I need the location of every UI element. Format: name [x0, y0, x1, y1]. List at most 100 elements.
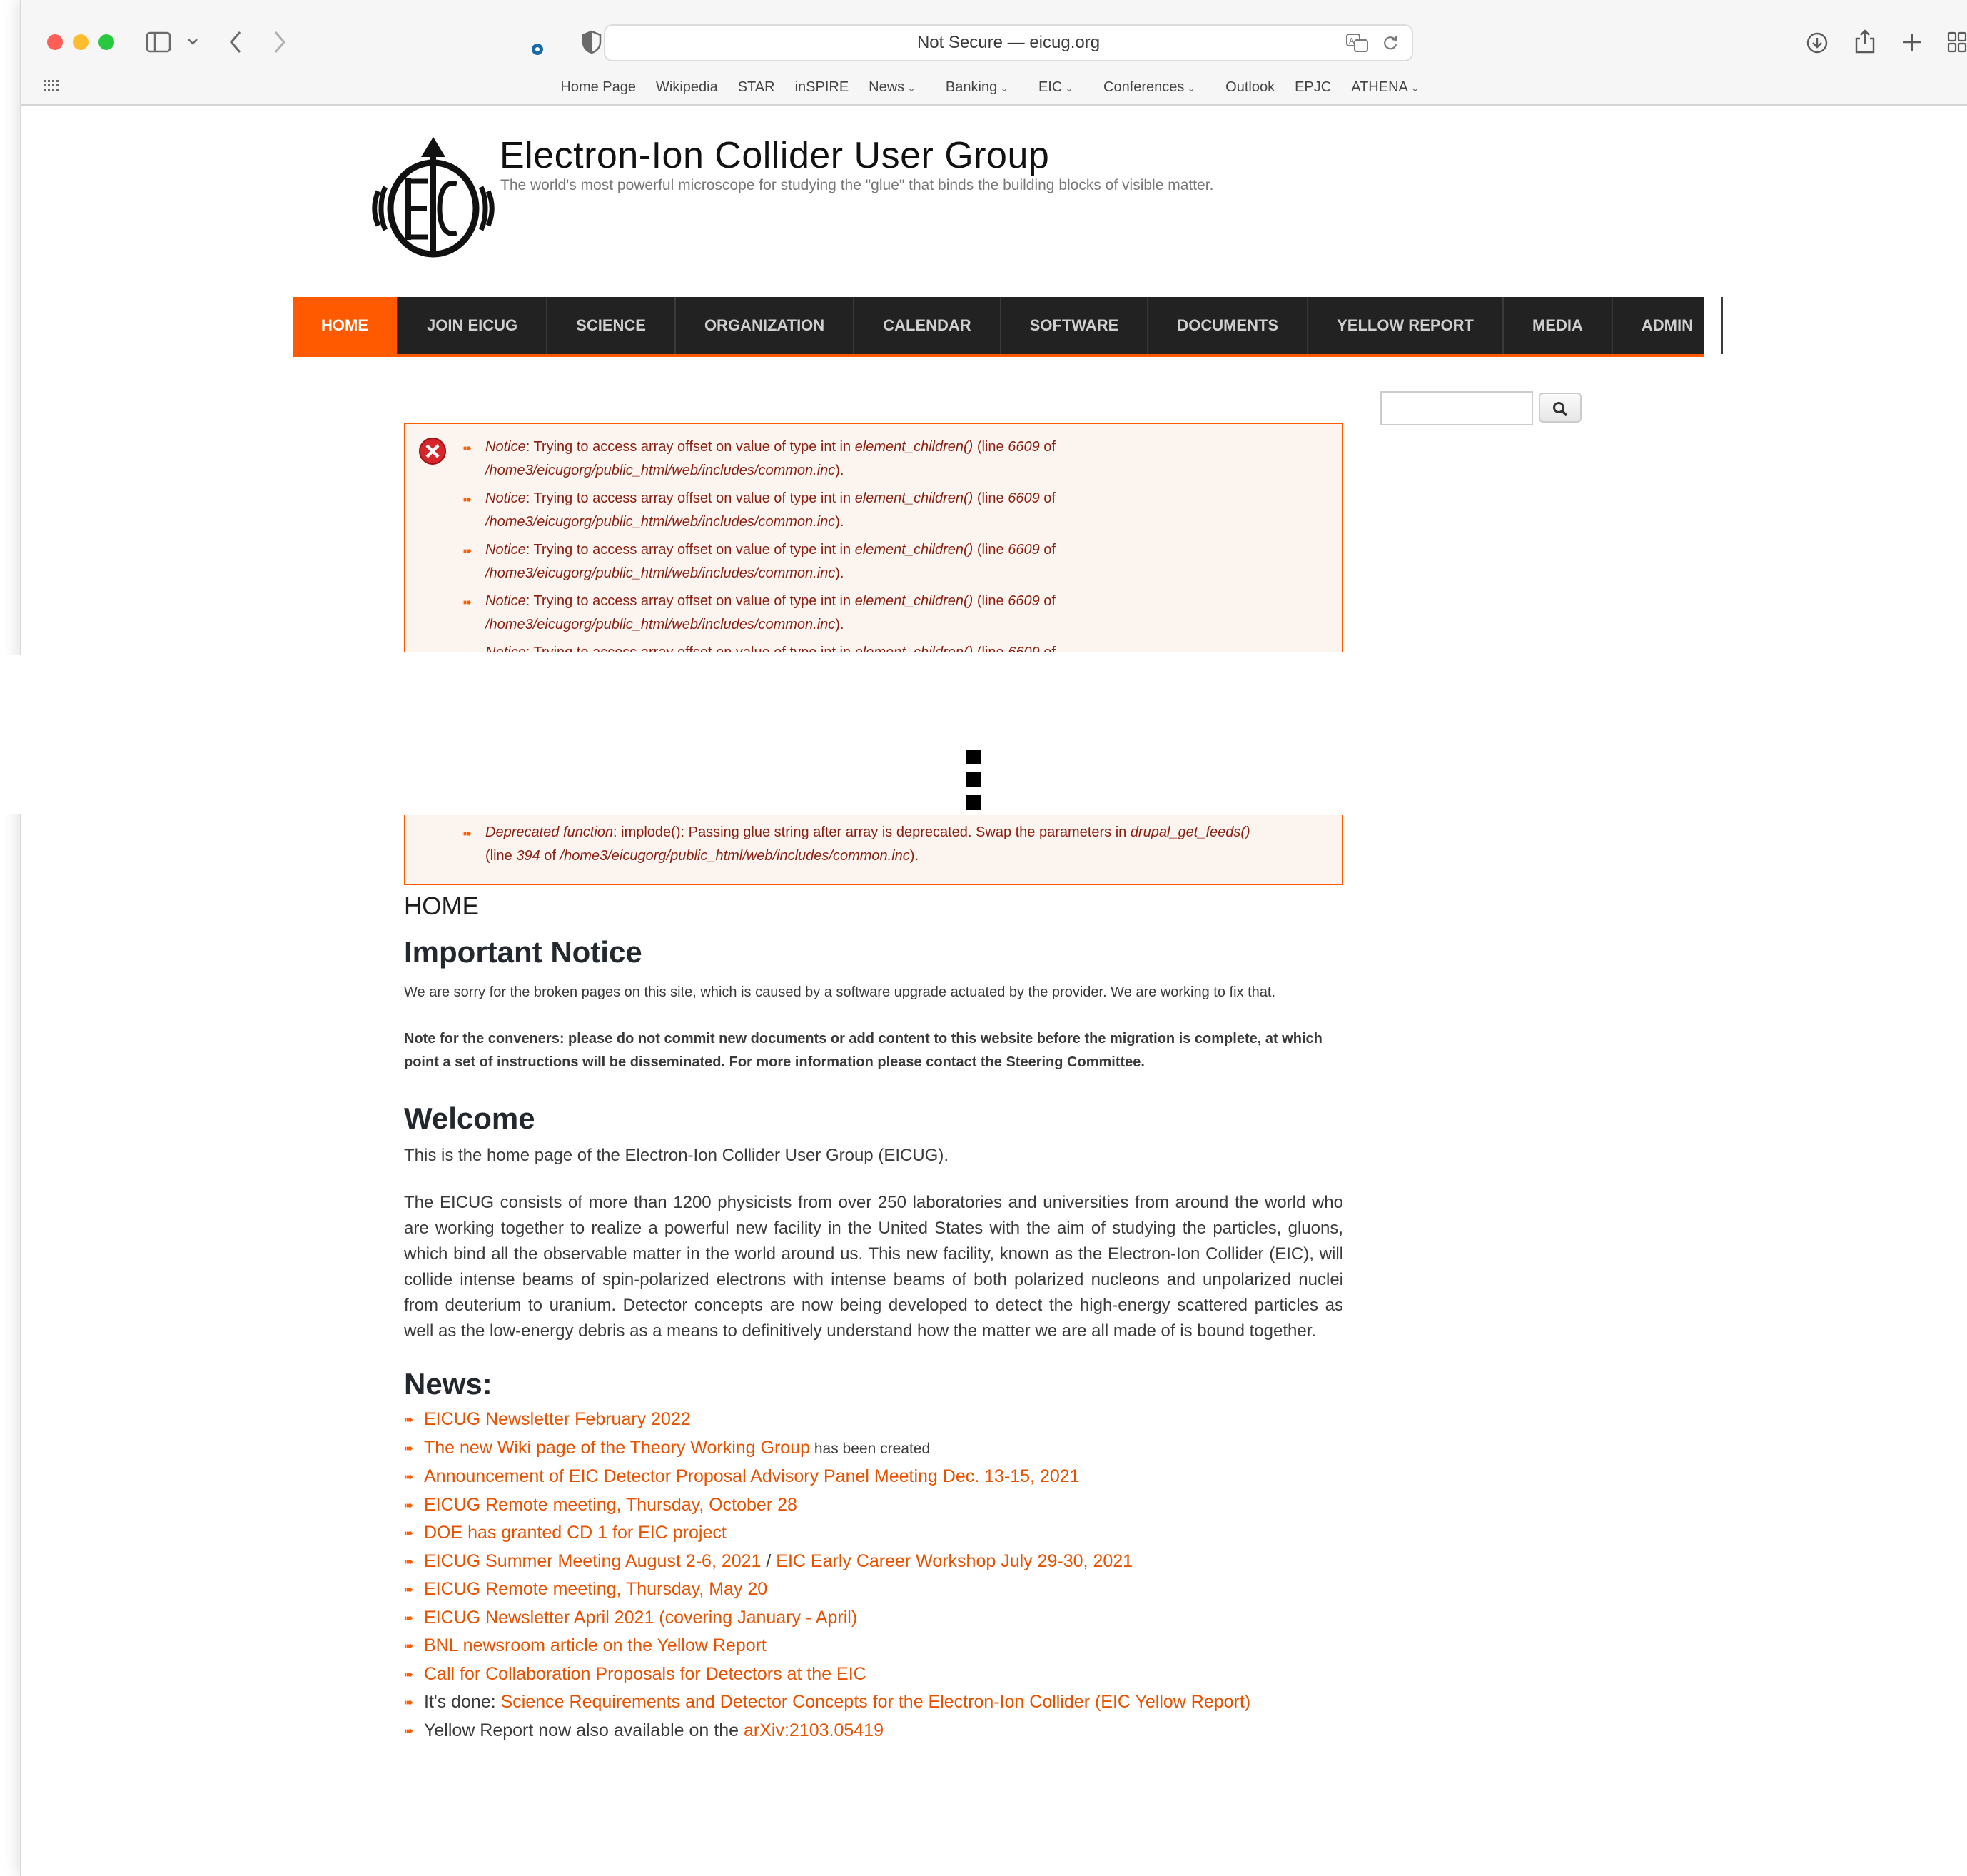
bullet-icon: ➠ — [404, 1528, 414, 1540]
message-function: drupal_get_feeds() — [1130, 824, 1250, 840]
bookmark-epjc[interactable]: EPJC — [1295, 74, 1331, 100]
tab-overview-icon[interactable] — [1947, 31, 1967, 53]
news-link[interactable]: BNL newsroom article on the Yellow Repor… — [424, 1635, 767, 1655]
site-slogan: The world's most powerful microscope for… — [500, 177, 1214, 193]
sidebar-toggle-icon[interactable] — [146, 31, 171, 53]
news-prefix: It's done: — [424, 1692, 501, 1712]
bookmark-news[interactable]: News ⌄ — [869, 74, 926, 101]
bookmark-wikipedia[interactable]: Wikipedia — [656, 74, 718, 100]
translate-icon[interactable]: A — [1346, 33, 1369, 53]
news-link[interactable]: The new Wiki page of the Theory Working … — [424, 1438, 810, 1458]
privacy-shield-icon[interactable] — [581, 30, 602, 54]
site-title[interactable]: Electron-Ion Collider User Group — [500, 134, 1049, 177]
nav-home[interactable]: HOME — [293, 297, 398, 354]
back-icon[interactable] — [228, 30, 243, 54]
bullet-icon: ➠ — [404, 1442, 414, 1455]
bookmark-label: Banking — [945, 79, 998, 95]
news-list: ➠ EICUG Newsletter February 2022 ➠ The new … — [404, 1406, 1343, 1745]
news-link[interactable]: DOE has granted CD 1 for EIC project — [424, 1523, 727, 1543]
minimize-window-button[interactable] — [73, 34, 89, 50]
message-text: : Trying to access array offset on value… — [525, 645, 855, 652]
message-file: /home3/eicugorg/public_html/web/includes… — [485, 617, 836, 632]
bookmark-inspire[interactable]: inSPIRE — [795, 74, 849, 100]
message-line-prefix: (line — [973, 645, 1008, 652]
nav-organization[interactable]: ORGANIZATION — [676, 297, 855, 354]
bookmark-label: STAR — [737, 79, 775, 95]
news-link[interactable]: Call for Collaboration Proposals for Det… — [424, 1664, 866, 1684]
message-line-prefix: (line — [973, 542, 1008, 558]
conveners-note: Note for the conveners: please do not co… — [404, 1031, 1323, 1070]
bookmark-conferences[interactable]: Conferences ⌄ — [1103, 74, 1205, 101]
news-link[interactable]: Science Requirements and Detector Concep… — [501, 1692, 1251, 1712]
bookmark-outlook[interactable]: Outlook — [1225, 74, 1275, 100]
nav-admin[interactable]: ADMIN — [1613, 297, 1723, 354]
message-type: Deprecated function — [485, 824, 614, 840]
bookmark-label: EIC — [1038, 79, 1063, 95]
news-link[interactable]: EIC Early Career Workshop July 29-30, 20… — [776, 1551, 1133, 1571]
bullet-icon: ➠ — [462, 828, 472, 840]
extension-icon[interactable] — [531, 43, 544, 56]
ellipsis-dot — [966, 772, 981, 787]
welcome-heading: Welcome — [404, 1101, 535, 1135]
message-end: ). — [835, 617, 844, 632]
news-item: ➠ EICUG Remote meeting, Thursday, October… — [404, 1491, 1343, 1520]
nav-documents[interactable]: DOCUMENTS — [1148, 297, 1309, 354]
news-link[interactable]: EICUG Summer Meeting August 2-6, 2021 — [424, 1551, 761, 1571]
close-window-button[interactable] — [47, 34, 63, 50]
message-func: element_children() — [854, 593, 974, 609]
message-file: /home3/eicugorg/public_html/web/includes… — [560, 848, 910, 864]
zoom-window-button[interactable] — [98, 34, 114, 50]
address-bar[interactable]: Not Secure — eicug.org A — [604, 24, 1413, 61]
message-file: /home3/eicugorg/public_html/web/includes… — [485, 463, 836, 478]
eic-logo[interactable] — [365, 134, 501, 263]
bookmark-label: Conferences — [1103, 79, 1185, 95]
nav-media[interactable]: MEDIA — [1504, 297, 1613, 354]
message-of: of — [1039, 645, 1056, 652]
share-icon[interactable] — [1854, 29, 1876, 54]
bookmark-star[interactable]: STAR — [738, 74, 775, 100]
ellipsis-dot — [966, 750, 981, 764]
message-of: of — [1039, 542, 1056, 558]
message-text: : Trying to access array offset on value… — [525, 439, 855, 455]
message-line: 6609 — [1008, 645, 1040, 652]
news-link[interactable]: EICUG Remote meeting, Thursday, October … — [424, 1495, 797, 1515]
error-messages-end: ➠ Deprecated function: implode(): Passing… — [404, 815, 1343, 885]
nav-yellow-report[interactable]: YELLOW REPORT — [1308, 297, 1504, 354]
nav-software[interactable]: SOFTWARE — [1001, 297, 1149, 354]
message-func: element_children() — [854, 542, 974, 558]
message-file: /home3/eicugorg/public_html/web/includes… — [485, 565, 836, 581]
main-navigation: HOME JOIN EICUG SCIENCE ORGANIZATION CALENDA… — [293, 297, 1723, 357]
main-content: HOME Important Notice We are sorry for t… — [404, 892, 1343, 1745]
chevron-down-icon: ⌄ — [1065, 82, 1074, 94]
news-link[interactable]: EICUG Newsletter April 2021 (covering Ja… — [424, 1608, 857, 1628]
news-link[interactable]: Announcement of EIC Detector Proposal Ad… — [424, 1466, 1080, 1486]
browser-window: Not Secure — eicug.org A Home Page Wikip… — [0, 0, 1967, 1876]
chevron-down-icon[interactable] — [187, 37, 198, 46]
news-suffix: / — [761, 1550, 777, 1571]
news-link[interactable]: EICUG Newsletter February 2022 — [424, 1409, 691, 1429]
reload-icon[interactable] — [1382, 34, 1399, 51]
news-link[interactable]: arXiv:2103.05419 — [744, 1720, 884, 1740]
notice-text: We are sorry for the broken pages on thi… — [404, 984, 1276, 1000]
bookmark-banking[interactable]: Banking ⌄ — [946, 74, 1018, 101]
nav-science[interactable]: SCIENCE — [547, 297, 676, 354]
news-suffix: has been created — [810, 1440, 931, 1457]
bookmark-athena[interactable]: ATHENA ⌄ — [1351, 74, 1429, 101]
nav-join-eicug[interactable]: JOIN EICUG — [398, 297, 548, 354]
notice-message: ➠ Notice: Trying to access array offset o… — [462, 487, 1333, 534]
bullet-icon: ➠ — [404, 1725, 414, 1738]
news-item: ➠ EICUG Newsletter April 2021 (covering J… — [404, 1604, 1343, 1633]
news-link[interactable]: EICUG Remote meeting, Thursday, May 20 — [424, 1579, 767, 1599]
search-button[interactable] — [1539, 393, 1582, 423]
notice-list: ➠ Notice: Trying to access array offset o… — [462, 435, 1333, 652]
bookmark-eic[interactable]: EIC ⌄ — [1038, 74, 1083, 101]
bookmark-home-page[interactable]: Home Page — [560, 74, 636, 100]
new-tab-icon[interactable] — [1901, 31, 1923, 53]
downloads-icon[interactable] — [1806, 31, 1829, 54]
ellipsis-dot — [966, 795, 981, 810]
nav-calendar[interactable]: CALENDAR — [854, 297, 1001, 354]
message-of: of — [1039, 490, 1056, 506]
news-item: ➠ The new Wiki page of the Theory Working… — [404, 1434, 1343, 1463]
forward-icon[interactable] — [273, 30, 287, 54]
search-input[interactable] — [1380, 391, 1533, 425]
